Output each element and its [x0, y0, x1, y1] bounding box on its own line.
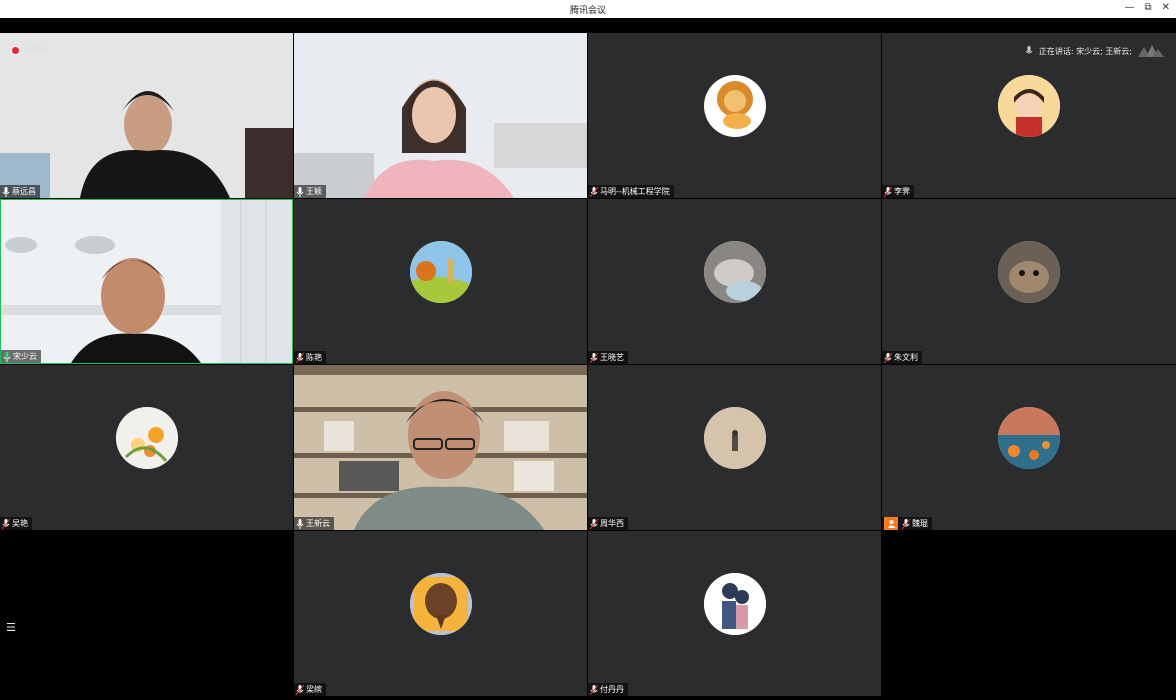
video-tile[interactable]: 朱文利: [882, 199, 1176, 364]
video-grid: 录制中 蔡远昌 王颖 马明--机械工程学院 正在讲话: 宋少云; 王新云; 李霁…: [0, 33, 1176, 700]
recording-indicator: 录制中: [12, 45, 48, 56]
mic-muted-icon: [884, 352, 892, 363]
name-bar: 付丹丹: [588, 683, 628, 696]
mic-muted-icon: [590, 518, 598, 529]
title-bar: 腾讯会议 — ⧉ ✕: [0, 0, 1176, 18]
video-tile[interactable]: 付丹丹: [588, 531, 881, 696]
name-bar: 王颖: [294, 185, 326, 198]
name-bar: 李霁: [882, 185, 914, 198]
avatar: [703, 573, 766, 635]
name-bar: 王新云: [294, 517, 334, 530]
mic-icon: [296, 518, 304, 529]
participant-video: [294, 33, 587, 198]
mic-muted-icon: [590, 684, 598, 695]
avatar: [998, 241, 1060, 303]
lion-avatar-icon: [716, 81, 753, 129]
speaker-bars-icon: [1138, 45, 1164, 57]
avatar: [703, 241, 766, 303]
girl-back-avatar-icon: [409, 573, 472, 635]
participant-name: 马明--机械工程学院: [600, 187, 670, 196]
participant-name: 付丹丹: [600, 685, 624, 694]
participant-name: 王颖: [306, 187, 322, 196]
participant-name: 王晓艺: [600, 353, 624, 362]
video-tile[interactable]: 宋少云: [0, 199, 293, 364]
name-bar: 宋少云: [1, 350, 41, 363]
name-bar: 陈艳: [294, 351, 326, 364]
participant-name: 梁缤: [306, 685, 322, 694]
record-dot-icon: [12, 47, 19, 54]
avatar: [703, 75, 766, 137]
speaking-label: 正在讲话: 宋少云; 王新云;: [1038, 46, 1132, 56]
name-bar: 梁缤: [294, 683, 326, 696]
participant-name: 宋少云: [13, 352, 37, 361]
recording-label: 录制中: [24, 46, 48, 55]
sunset-coast-avatar-icon: [998, 407, 1060, 469]
video-tile[interactable]: 周华西: [588, 365, 881, 530]
participant-name: 周华西: [600, 519, 624, 528]
mic-icon: [296, 186, 304, 197]
name-bar: 蔡远昌: [0, 185, 40, 198]
name-bar: 王晓艺: [588, 351, 628, 364]
cartoon-girl-avatar-icon: [998, 75, 1060, 137]
mic-icon: [2, 186, 10, 197]
video-tile[interactable]: 王新云: [294, 365, 587, 530]
avatar: [115, 407, 178, 469]
participant-video: [0, 33, 293, 198]
mic-muted-icon: [590, 186, 598, 197]
hamster-avatar-icon: [998, 241, 1060, 303]
mic-active-icon: [3, 351, 11, 362]
avatar: [409, 573, 472, 635]
landscape-avatar-icon: [409, 241, 472, 303]
desert-avatar-icon: [703, 407, 766, 469]
mic-muted-icon: [884, 186, 892, 197]
participant-name: 魏琨: [912, 519, 928, 528]
avatar: [998, 407, 1060, 469]
participant-name: 王新云: [306, 519, 330, 528]
participant-name: 朱文利: [894, 353, 918, 362]
flowers-avatar-icon: [115, 407, 178, 469]
participant-name: 李霁: [894, 187, 910, 196]
speaking-indicator: 正在讲话: 宋少云; 王新云;: [1025, 45, 1164, 57]
avatar: [409, 241, 472, 303]
name-bar: 周华西: [588, 517, 628, 530]
video-tile[interactable]: 陈艳: [294, 199, 587, 364]
minimize-button[interactable]: —: [1124, 2, 1134, 13]
participant-name: 蔡远昌: [12, 187, 36, 196]
cat-avatar-icon: [703, 241, 766, 303]
close-button[interactable]: ✕: [1162, 2, 1170, 13]
participant-name: 陈艳: [306, 353, 322, 362]
participant-list-icon[interactable]: ☰: [6, 621, 16, 634]
couple-illustration-avatar-icon: [703, 573, 766, 635]
video-tile[interactable]: 正在讲话: 宋少云; 王新云; 李霁: [882, 33, 1176, 198]
host-badge-icon: [884, 517, 898, 530]
window-title: 腾讯会议: [569, 5, 606, 16]
video-tile[interactable]: 王晓艺: [588, 199, 881, 364]
name-bar: 马明--机械工程学院: [588, 185, 674, 198]
avatar: [998, 75, 1060, 137]
avatar: [703, 407, 766, 469]
name-bar: 朱文利: [882, 351, 922, 364]
video-tile[interactable]: 录制中 蔡远昌: [0, 33, 293, 198]
mic-muted-icon: [902, 518, 910, 529]
video-tile[interactable]: 梁缤: [294, 531, 587, 696]
name-bar: 魏琨: [882, 517, 932, 530]
participant-video: [294, 365, 587, 530]
participant-video: [1, 200, 292, 363]
video-tile[interactable]: 马明--机械工程学院: [588, 33, 881, 198]
mic-icon: [1025, 46, 1033, 54]
video-tile[interactable]: 王颖: [294, 33, 587, 198]
mic-muted-icon: [2, 518, 10, 529]
participant-name: 吴艳: [12, 519, 28, 528]
video-tile[interactable]: 吴艳: [0, 365, 293, 530]
name-bar: 吴艳: [0, 517, 32, 530]
mic-muted-icon: [296, 352, 304, 363]
window-controls: — ⧉ ✕: [1124, 2, 1170, 13]
restore-button[interactable]: ⧉: [1144, 2, 1151, 13]
mic-muted-icon: [590, 352, 598, 363]
video-tile[interactable]: 魏琨: [882, 365, 1176, 530]
mic-muted-icon: [296, 684, 304, 695]
